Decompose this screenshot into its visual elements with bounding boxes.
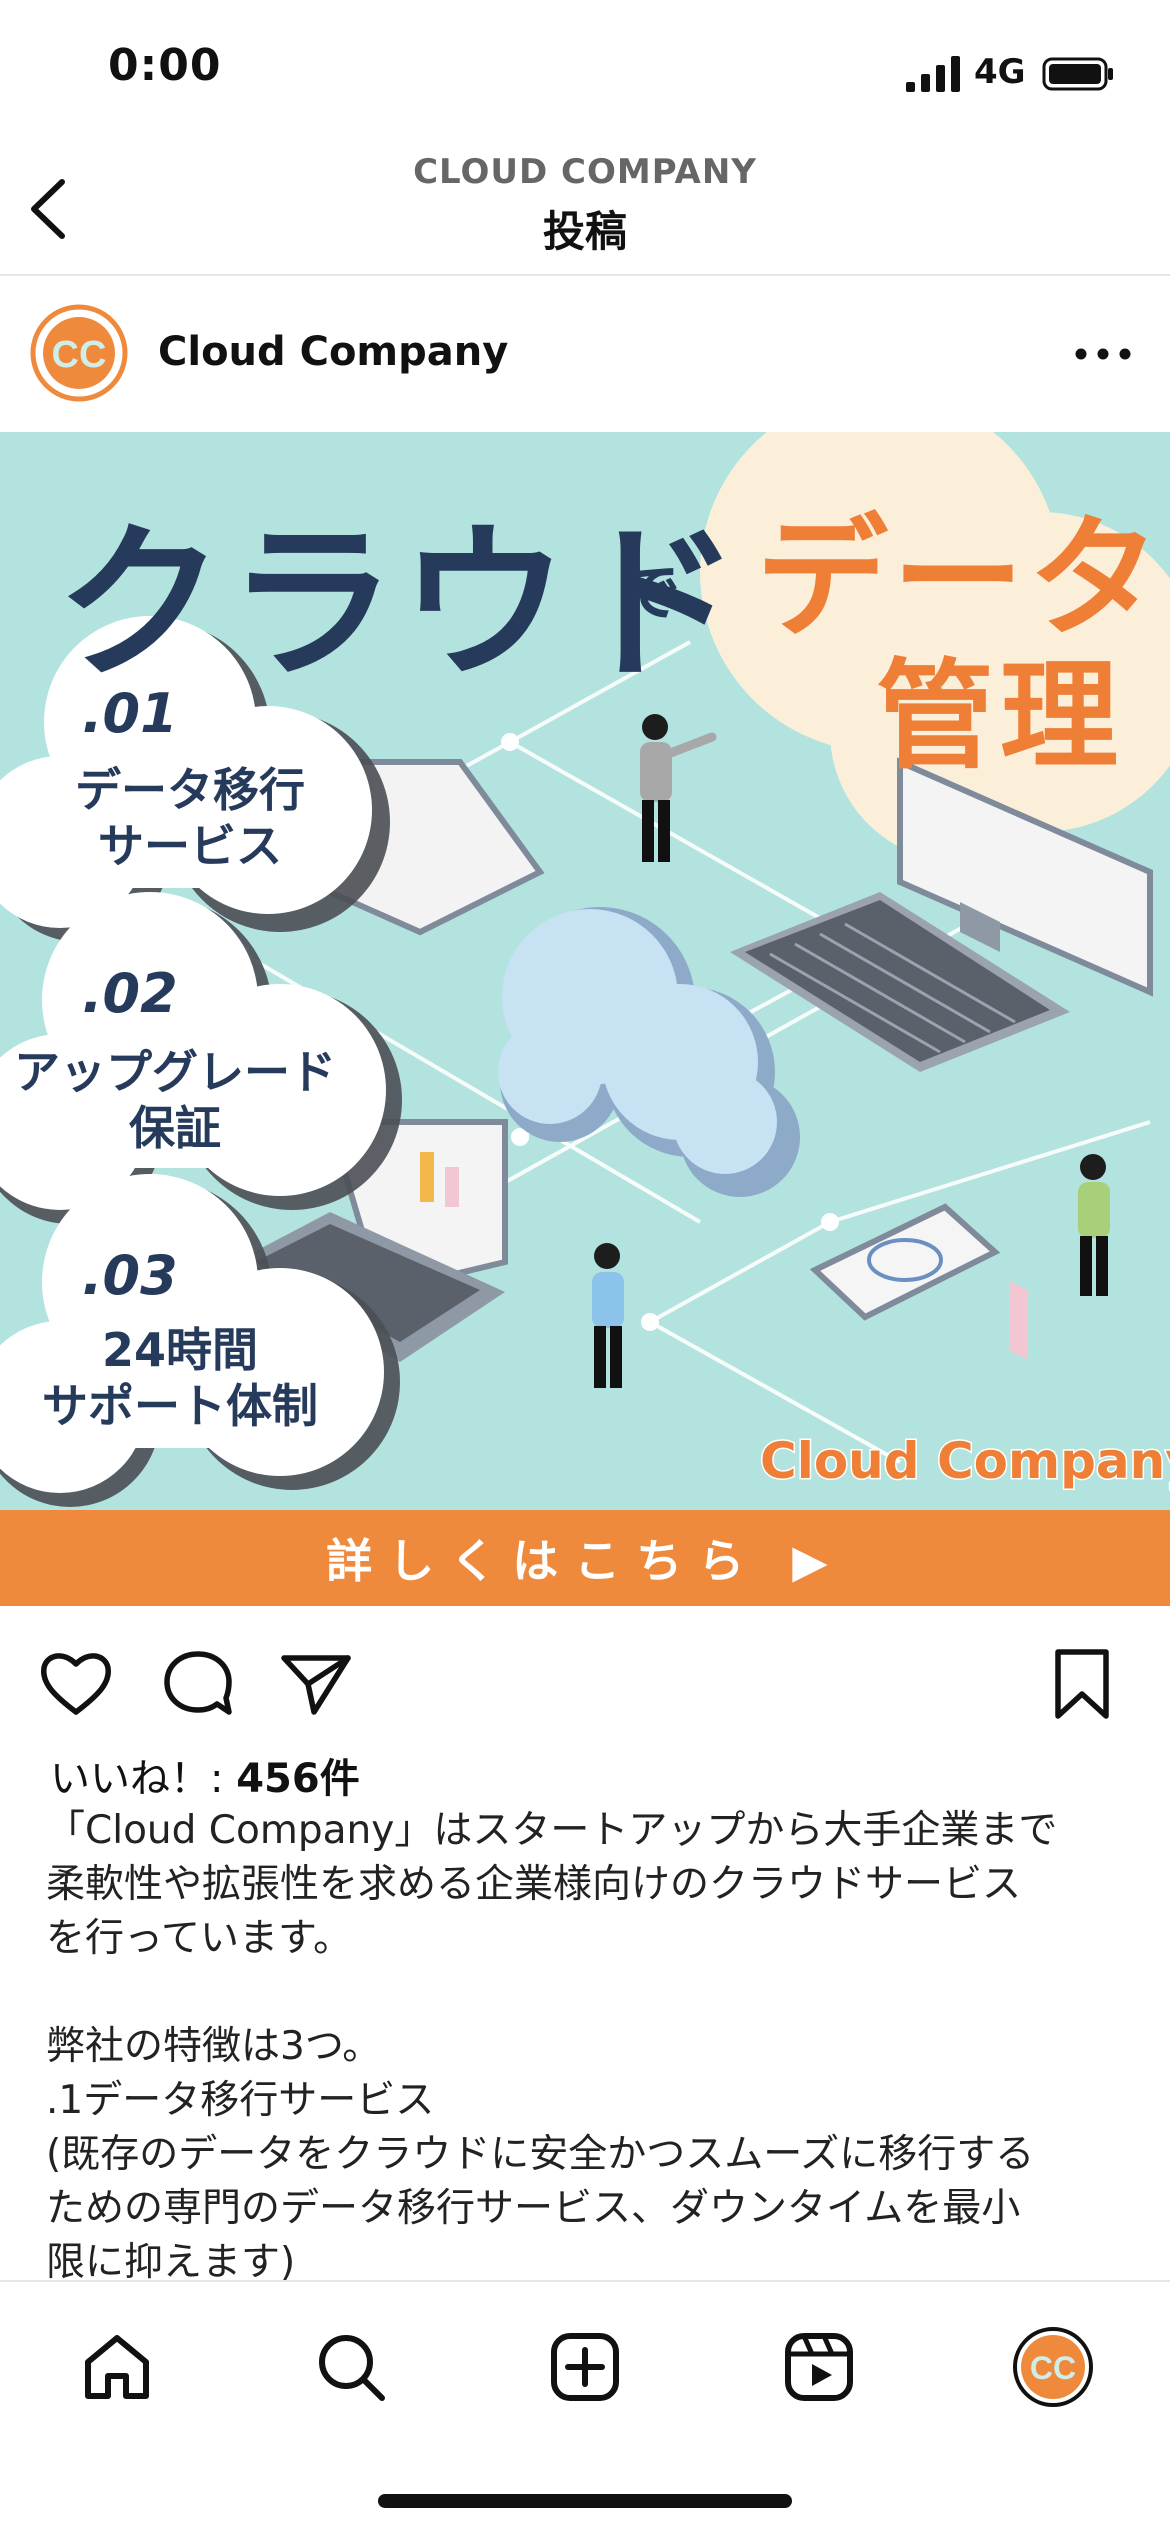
status-bar: 0:00 4G <box>0 0 1170 140</box>
post-action-bar <box>0 1606 1170 1746</box>
heart-icon[interactable] <box>38 1646 114 1722</box>
person-figure <box>592 1243 624 1388</box>
page-title: 投稿 <box>542 207 627 256</box>
reels-icon <box>785 2333 853 2401</box>
bottom-tab-bar: CC <box>0 2280 1170 2534</box>
banner-title-particle: で <box>618 556 681 629</box>
likes-count: 456件 <box>236 1756 360 1802</box>
send-icon[interactable] <box>278 1646 354 1722</box>
tab-search[interactable] <box>306 2322 396 2412</box>
page-subtitle: CLOUD COMPANY <box>413 152 757 192</box>
feature-number: .02 <box>82 962 178 1025</box>
avatar-initials: CC <box>52 334 107 376</box>
home-indicator <box>378 2494 792 2508</box>
post-image[interactable]: クラウド で データ 管理 .01 データ移行 サービス .02 アップグレード… <box>0 432 1170 1510</box>
bookmark-icon[interactable] <box>1044 1646 1120 1722</box>
person-figure <box>640 714 717 862</box>
signal-icon <box>906 56 960 92</box>
feature-text: アップグレード 保証 <box>14 1045 336 1155</box>
status-time: 0:00 <box>108 40 222 91</box>
nav-header: CLOUD COMPANY 投稿 <box>0 140 1170 276</box>
more-options-icon[interactable] <box>1068 332 1138 376</box>
search-icon <box>319 2335 385 2401</box>
home-icon <box>85 2335 149 2399</box>
person-figure <box>1078 1154 1110 1296</box>
battery-icon <box>1042 57 1113 91</box>
post-header: CC Cloud Company <box>0 276 1170 432</box>
post-caption: 「Cloud Company」はスタートアップから大手企業まで 柔軟性や拡張性を… <box>46 1808 1058 2285</box>
learn-more-label: 詳しくはこちら ▶ <box>326 1534 844 1588</box>
feature-number: .01 <box>82 682 178 745</box>
profile-avatar-icon: CC <box>1013 2327 1093 2407</box>
banner-highlight-line2: 管理 <box>876 647 1125 785</box>
likes-row[interactable]: いいね！: 456件 <box>50 1746 360 1804</box>
learn-more-button[interactable]: 詳しくはこちら ▶ <box>0 1510 1170 1606</box>
avatar[interactable]: CC <box>30 304 128 402</box>
banner-brand-logo: Cloud Company <box>759 1431 1170 1492</box>
likes-label: いいね！: <box>50 1756 237 1802</box>
tab-create[interactable] <box>540 2322 630 2412</box>
tab-reels[interactable] <box>774 2322 864 2412</box>
tab-home[interactable] <box>72 2322 162 2412</box>
feature-text: データ移行 サービス <box>75 763 305 873</box>
comment-icon[interactable] <box>160 1646 236 1722</box>
feature-number: .03 <box>82 1244 178 1307</box>
tab-profile[interactable]: CC <box>1008 2322 1098 2412</box>
profile-username[interactable]: Cloud Company <box>158 329 508 375</box>
feature-text: 24時間 サポート体制 <box>42 1323 318 1433</box>
create-post-icon <box>551 2333 619 2401</box>
tab-avatar-initials: CC <box>1030 2350 1076 2386</box>
network-label: 4G <box>974 52 1026 92</box>
